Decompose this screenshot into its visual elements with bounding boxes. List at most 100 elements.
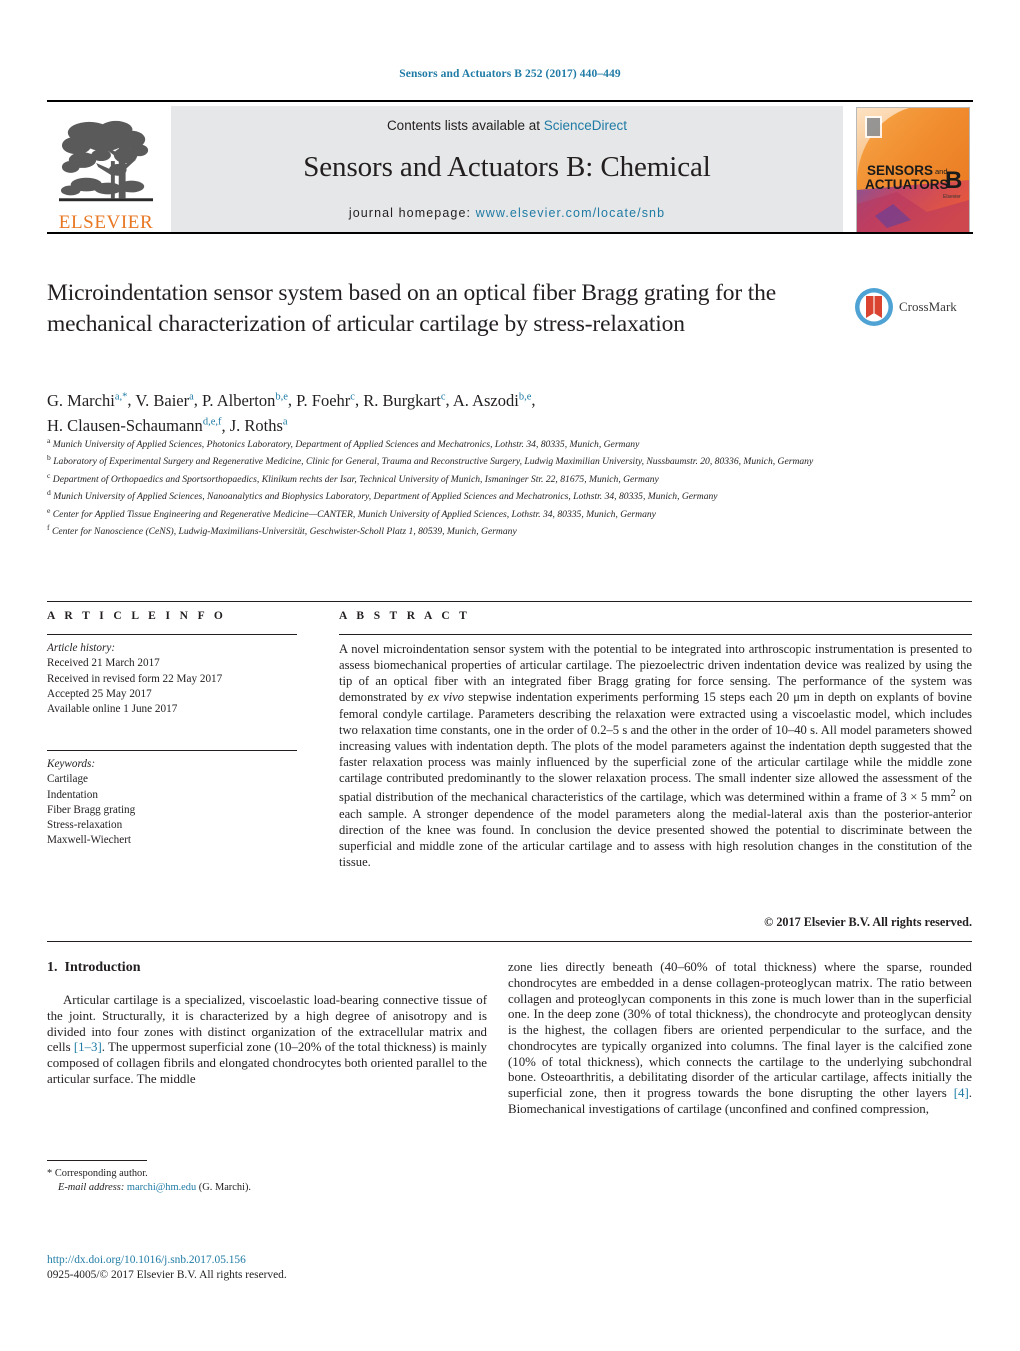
email-link[interactable]: marchi@hm.edu — [127, 1182, 196, 1193]
author-sup: a — [282, 416, 288, 428]
affiliation-text: Center for Nanoscience (CeNS), Ludwig-Ma… — [51, 526, 517, 538]
author-item: R. Burgkartc — [363, 390, 446, 410]
history-item: Received 21 March 2017 — [47, 657, 160, 670]
doi-block: http://dx.doi.org/10.1016/j.snb.2017.05.… — [47, 1253, 547, 1282]
cover-imprint: Elsevier — [943, 194, 961, 200]
keyword-item: Cartilage — [47, 773, 89, 786]
body-column-left: Articular cartilage is a specialized, vi… — [47, 993, 487, 1088]
masthead-band: Contents lists available at ScienceDirec… — [171, 106, 843, 232]
affiliation-item: b Laboratory of Experimental Surgery and… — [47, 451, 892, 468]
abstract-rule — [339, 634, 972, 635]
abstract-heading: A B S T R A C T — [339, 610, 471, 622]
keyword-item: Fiber Bragg grating — [47, 803, 136, 816]
keywords-block: Keywords: Cartilage Indentation Fiber Br… — [47, 757, 297, 849]
affiliation-text: Center for Applied Tissue Engineering an… — [52, 509, 656, 521]
affiliation-item: f Center for Nanoscience (CeNS), Ludwig-… — [47, 521, 892, 538]
corresponding-mark: * — [47, 1168, 53, 1179]
affiliation-mark: a — [47, 436, 51, 445]
crossmark-badge[interactable]: CrossMark — [854, 280, 972, 334]
keyword-item: Stress-relaxation — [47, 819, 123, 832]
abstract-text: A novel microindentation sensor system w… — [339, 641, 972, 870]
author-sup: a — [189, 391, 194, 402]
email-line: E-mail address: marchi@hm.edu (G. Marchi… — [47, 1181, 487, 1195]
journal-title: Sensors and Actuators B: Chemical — [303, 151, 711, 183]
affiliation-text: Munich University of Applied Sciences, N… — [53, 491, 718, 503]
crossmark-label: CrossMark — [899, 299, 957, 314]
crossmark-icon — [855, 288, 893, 326]
contents-line: Contents lists available at ScienceDirec… — [171, 118, 843, 133]
keywords-label: Keywords: — [47, 758, 96, 770]
article-history-block: Article history: Received 21 March 2017 … — [47, 641, 297, 717]
author-sup: d,e,f — [202, 416, 222, 428]
affiliation-item: e Center for Applied Tissue Engineering … — [47, 504, 892, 521]
intro-left-part2: . The uppermost superficial zone (10–20%… — [47, 1040, 487, 1086]
keyword-item: Maxwell-Wiechert — [47, 834, 132, 847]
keywords-rule — [47, 750, 297, 751]
author-item: H. Clausen-Schaumannd,e,f — [47, 416, 222, 435]
journal-cover-thumbnail: SENSORS and ACTUATORS B Elsevier — [856, 107, 970, 233]
email-owner: (G. Marchi). — [198, 1182, 252, 1193]
history-item: Accepted 25 May 2017 — [47, 687, 152, 700]
homepage-url-link[interactable]: www.elsevier.com/locate/snb — [476, 206, 666, 220]
sciencedirect-link[interactable]: ScienceDirect — [544, 118, 627, 133]
author-item: P. Foehrc — [296, 390, 355, 410]
page-title: Microindentation sensor system based on … — [47, 280, 777, 337]
affiliation-mark: d — [47, 488, 51, 498]
corresponding-line: * Corresponding author. — [47, 1167, 487, 1181]
corresponding-author-footnote: * Corresponding author. E-mail address: … — [47, 1167, 487, 1195]
citation-link[interactable]: [4] — [954, 1086, 969, 1100]
journal-cover-art: SENSORS and ACTUATORS B Elsevier — [857, 108, 969, 232]
paper-page: Sensors and Actuators B 252 (2017) 440–4… — [0, 0, 1020, 1351]
cover-letter: B — [945, 167, 962, 194]
keyword-item: Indentation — [47, 788, 98, 801]
info-bottom-rule — [47, 941, 972, 942]
journal-masthead: ELSEVIER Contents lists available at Sci… — [47, 100, 973, 233]
section-heading: 1. Introduction — [47, 960, 140, 976]
affiliation-text: Department of Orthopaedics and Sportsort… — [52, 474, 659, 486]
affiliation-list: a Munich University of Applied Sciences,… — [47, 434, 892, 539]
doi-link[interactable]: http://dx.doi.org/10.1016/j.snb.2017.05.… — [47, 1253, 547, 1268]
affiliation-mark: e — [47, 505, 51, 515]
affiliation-text: Munich University of Applied Sciences, P… — [52, 439, 640, 451]
abstract-italic: ex vivo — [427, 690, 465, 705]
elsevier-wordmark: ELSEVIER — [58, 212, 154, 233]
email-label: E-mail address: — [58, 1182, 125, 1193]
abstract-part2: stepwise indentation experiments perform… — [339, 690, 972, 805]
author-item: J. Rothsa — [229, 416, 288, 435]
affiliation-mark: c — [47, 470, 51, 480]
author-sup: b,e — [275, 391, 288, 402]
info-top-rule — [47, 601, 972, 602]
issn-copyright-line: 0925-4005/© 2017 Elsevier B.V. All right… — [47, 1268, 287, 1281]
journal-homepage-line: journal homepage: www.elsevier.com/locat… — [171, 206, 843, 220]
history-item: Available online 1 June 2017 — [47, 703, 178, 716]
cover-line1: SENSORS — [867, 163, 933, 178]
corresponding-label: Corresponding author. — [54, 1168, 148, 1179]
author-sup: a,* — [114, 391, 128, 402]
running-head: Sensors and Actuators B 252 (2017) 440–4… — [399, 68, 621, 80]
author-item: V. Baiera — [135, 390, 194, 410]
affiliation-mark: b — [47, 453, 51, 463]
section-number: 1. — [47, 960, 58, 975]
author-item: P. Albertonb,e — [202, 390, 288, 410]
author-list: G. Marchia,*, V. Baiera, P. Albertonb,e,… — [47, 390, 536, 436]
author-sup: c — [350, 391, 355, 402]
masthead-bottom-rule — [47, 232, 973, 234]
article-info-heading: A R T I C L E I N F O — [47, 610, 227, 622]
elsevier-logo: ELSEVIER — [50, 106, 162, 232]
affiliation-item: d Munich University of Applied Sciences,… — [47, 486, 892, 503]
history-item: Received in revised form 22 May 2017 — [47, 672, 223, 685]
elsevier-tree-icon — [58, 120, 154, 202]
article-history-label: Article history: — [47, 642, 116, 654]
author-sup: c — [440, 391, 446, 402]
author-item: A. Aszodib,e — [452, 390, 532, 410]
abstract-copyright: © 2017 Elsevier B.V. All rights reserved… — [764, 915, 972, 929]
citation-link[interactable]: [1–3] — [74, 1040, 102, 1054]
affiliation-mark: f — [47, 523, 50, 533]
intro-right-part1: zone lies directly beneath (40–60% of to… — [508, 960, 972, 1100]
homepage-label: journal homepage: — [348, 206, 472, 220]
cover-line2: ACTUATORS — [865, 177, 949, 192]
affiliation-text: Laboratory of Experimental Surgery and R… — [53, 456, 814, 468]
affiliation-item: c Department of Orthopaedics and Sportso… — [47, 469, 892, 486]
author-sup: b,e — [518, 391, 532, 402]
body-column-right: zone lies directly beneath (40–60% of to… — [508, 960, 972, 1118]
